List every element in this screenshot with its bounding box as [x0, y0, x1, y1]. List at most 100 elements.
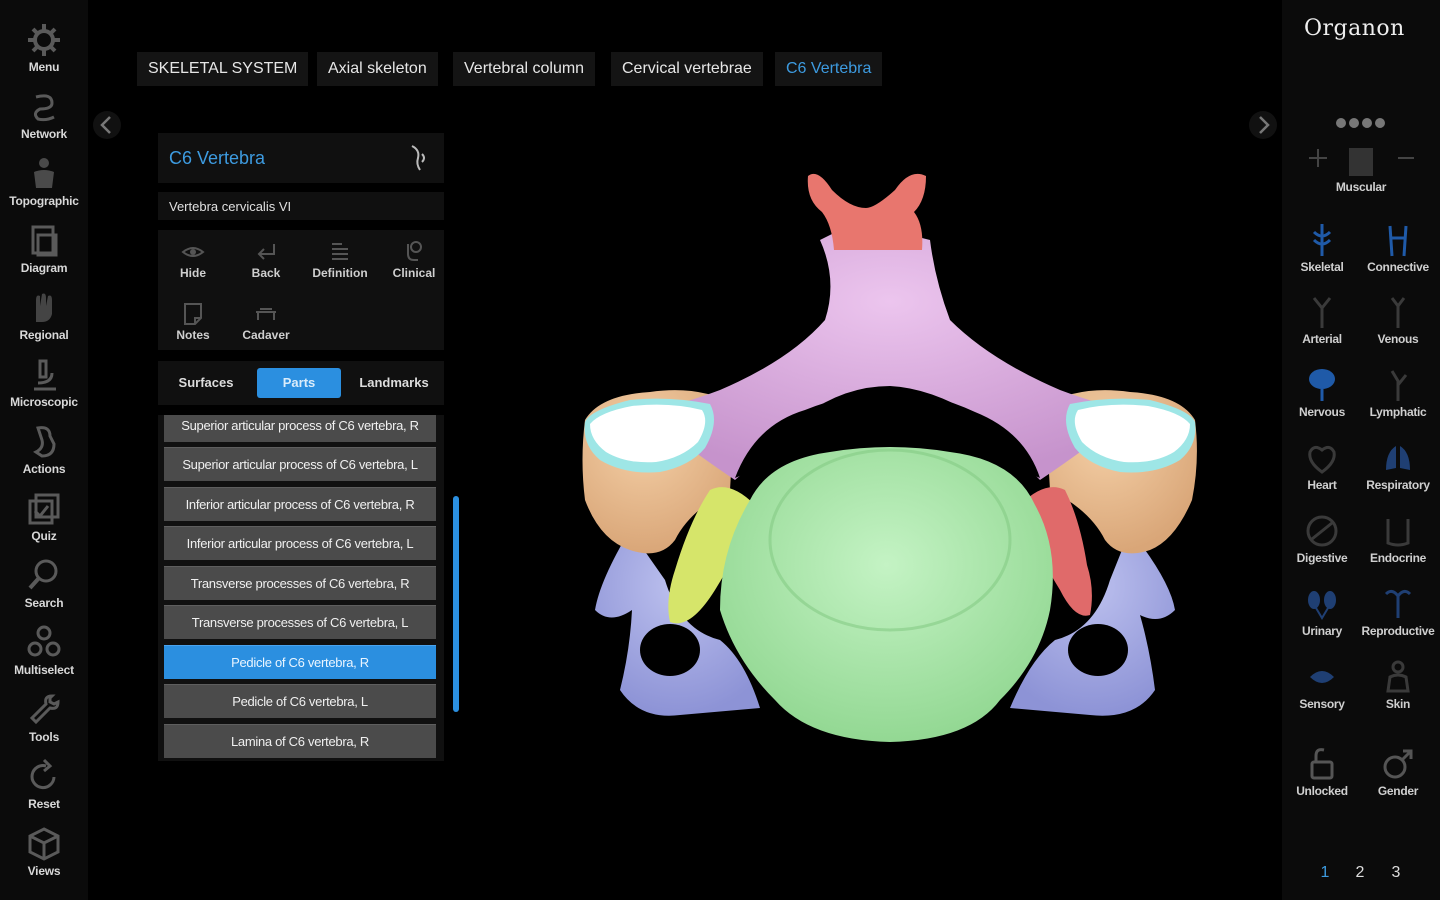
list-item[interactable]: Lamina of C6 vertebra, R — [164, 724, 436, 758]
endocrine-icon — [1386, 519, 1410, 547]
microscopic-button[interactable]: Microscopic — [0, 355, 88, 419]
digestive-icon — [1306, 515, 1338, 547]
respiratory-system-button[interactable]: Respiratory — [1360, 438, 1436, 502]
connective-icon — [1388, 225, 1408, 257]
sensory-label: Sensory — [1299, 697, 1345, 711]
nervous-icon — [1309, 369, 1335, 401]
list-item[interactable]: Transverse processes of C6 vertebra, L — [164, 605, 436, 639]
reset-button[interactable]: Reset — [0, 757, 88, 821]
venous-system-button[interactable]: Venous — [1360, 292, 1436, 356]
crumb-cervical-vertebrae[interactable]: Cervical vertebrae — [611, 52, 763, 86]
arterial-system-button[interactable]: Arterial — [1284, 292, 1360, 356]
skin-system-button[interactable]: Skin — [1360, 657, 1436, 721]
quiz-button[interactable]: Quiz — [0, 489, 88, 553]
reset-label: Reset — [28, 797, 60, 811]
venous-label: Venous — [1377, 332, 1419, 346]
topographic-icon — [34, 158, 54, 188]
quiz-label: Quiz — [31, 529, 57, 543]
network-button[interactable]: Network — [0, 87, 88, 151]
crumb-vertebral-column[interactable]: Vertebral column — [453, 52, 596, 86]
next-arrow-button[interactable] — [1248, 108, 1278, 142]
actions-icon — [33, 426, 56, 458]
regional-icon — [36, 293, 52, 322]
unlocked-label: Unlocked — [1296, 784, 1348, 798]
reproductive-system-button[interactable]: Reproductive — [1360, 584, 1436, 648]
network-icon — [33, 94, 55, 122]
list-item-selected[interactable]: Pedicle of C6 vertebra, R — [164, 645, 436, 679]
arterial-label: Arterial — [1302, 332, 1342, 346]
muscular-icon — [1349, 148, 1373, 176]
urinary-label: Urinary — [1302, 624, 1342, 638]
notes-icon — [184, 303, 202, 325]
crumb-axial-skeleton[interactable]: Axial skeleton — [317, 52, 438, 86]
vertebral-body[interactable] — [720, 447, 1053, 742]
dots-icon[interactable] — [1334, 116, 1390, 130]
list-item[interactable]: Pedicle of C6 vertebra, L — [164, 684, 436, 718]
nervous-system-button[interactable]: Nervous — [1284, 365, 1360, 429]
gear-icon — [28, 24, 60, 56]
tools-button[interactable]: Tools — [0, 690, 88, 754]
search-button[interactable]: Search — [0, 556, 88, 620]
reproductive-icon — [1384, 589, 1412, 618]
skeletal-label: Skeletal — [1300, 260, 1344, 274]
list-item[interactable]: Inferior articular process of C6 vertebr… — [164, 526, 436, 560]
regional-button[interactable]: Regional — [0, 288, 88, 352]
list-item[interactable]: Superior articular process of C6 vertebr… — [164, 447, 436, 481]
crumb-skeletal-system[interactable]: SKELETAL SYSTEM — [137, 52, 309, 86]
microscopic-label: Microscopic — [10, 395, 78, 409]
definition-label: Definition — [312, 266, 368, 280]
page-2-button[interactable]: 2 — [1351, 864, 1369, 882]
skeletal-icon — [1312, 224, 1332, 256]
list-item[interactable]: Superior articular process of C6 vertebr… — [164, 415, 436, 442]
heart-icon — [1308, 445, 1336, 474]
diagram-button[interactable]: Diagram — [0, 221, 88, 285]
tab-surfaces[interactable]: Surfaces — [166, 368, 246, 398]
heart-system-button[interactable]: Heart — [1284, 438, 1360, 502]
multiselect-button[interactable]: Multiselect — [0, 623, 88, 687]
quiz-icon — [28, 493, 60, 525]
muscular-layer-button[interactable]: Muscular — [1323, 140, 1399, 204]
skin-icon — [1386, 660, 1410, 693]
definition-button[interactable]: Definition — [305, 234, 375, 288]
gender-button[interactable]: Gender — [1360, 744, 1436, 808]
parts-list-scrollbar[interactable] — [453, 496, 459, 712]
tab-landmarks[interactable]: Landmarks — [352, 368, 436, 398]
heart-label: Heart — [1307, 478, 1337, 492]
structure-info-panel: C6 Vertebra Vertebra cervicalis VI Hide … — [158, 133, 444, 761]
urinary-system-button[interactable]: Urinary — [1284, 584, 1360, 648]
actions-button[interactable]: Actions — [0, 422, 88, 486]
list-item[interactable]: Transverse processes of C6 vertebra, R — [164, 566, 436, 600]
notes-button[interactable]: Notes — [158, 296, 228, 350]
vertebra-3d-model[interactable] — [570, 160, 1210, 760]
digestive-system-button[interactable]: Digestive — [1284, 511, 1360, 575]
lymphatic-system-button[interactable]: Lymphatic — [1360, 365, 1436, 429]
respiratory-label: Respiratory — [1366, 478, 1430, 492]
back-button[interactable]: Back — [231, 234, 301, 288]
unlocked-button[interactable]: Unlocked — [1284, 744, 1360, 808]
clinical-button[interactable]: Clinical — [379, 234, 449, 288]
left-sidebar: Menu Network Topographic Diagram Regiona… — [0, 0, 88, 900]
topographic-button[interactable]: Topographic — [0, 154, 88, 218]
page-1-button[interactable]: 1 — [1316, 864, 1334, 882]
crumb-c6-vertebra[interactable]: C6 Vertebra — [775, 52, 883, 86]
skeletal-system-button[interactable]: Skeletal — [1284, 220, 1360, 284]
cube-icon — [28, 827, 60, 861]
list-item[interactable]: Inferior articular process of C6 vertebr… — [164, 487, 436, 521]
pronounce-icon[interactable] — [406, 142, 432, 174]
endocrine-system-button[interactable]: Endocrine — [1360, 511, 1436, 575]
views-button[interactable]: Views — [0, 824, 88, 888]
sensory-system-button[interactable]: Sensory — [1284, 657, 1360, 721]
parts-list[interactable]: Superior articular process of C6 vertebr… — [158, 415, 444, 761]
tab-parts[interactable]: Parts — [257, 368, 341, 398]
right-sidebar: Organon Muscular Skeletal Connective Art… — [1282, 0, 1440, 900]
page-3-button[interactable]: 3 — [1387, 864, 1405, 882]
chevron-left-icon — [93, 111, 121, 139]
topographic-label: Topographic — [9, 194, 79, 208]
reproductive-label: Reproductive — [1361, 624, 1435, 638]
cadaver-button[interactable]: Cadaver — [231, 296, 301, 350]
previous-arrow-button[interactable] — [92, 108, 122, 142]
back-icon — [257, 244, 275, 260]
menu-button[interactable]: Menu — [0, 20, 88, 84]
hide-button[interactable]: Hide — [158, 234, 228, 288]
connective-system-button[interactable]: Connective — [1360, 220, 1436, 284]
